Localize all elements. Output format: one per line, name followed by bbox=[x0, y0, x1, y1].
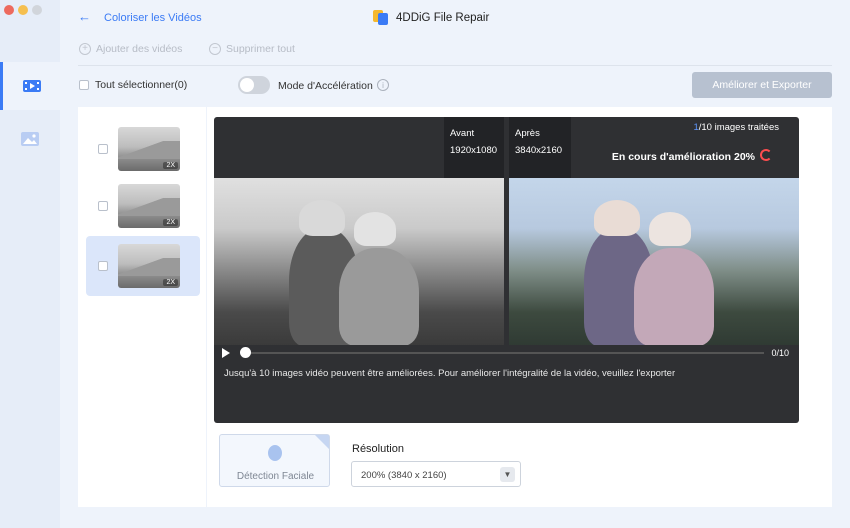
select-all-label: Tout sélectionner(0) bbox=[95, 79, 188, 91]
minus-icon: − bbox=[209, 43, 221, 55]
face-icon bbox=[268, 445, 282, 461]
video-icon bbox=[22, 80, 41, 92]
processed-total: /10 images traitées bbox=[698, 122, 779, 133]
timeline-track[interactable] bbox=[244, 352, 764, 354]
after-label-box: Après 3840x2160 bbox=[509, 117, 571, 179]
enhance-export-button[interactable]: Améliorer et Exporter bbox=[692, 72, 832, 98]
before-label-box: Avant 1920x1080 bbox=[444, 117, 504, 179]
sidebar-item-video[interactable] bbox=[0, 62, 60, 110]
video-thumbnail: 2X bbox=[118, 127, 180, 171]
item-checkbox[interactable] bbox=[98, 261, 108, 271]
scale-badge: 2X bbox=[163, 162, 178, 169]
video-thumbnail: 2X bbox=[118, 244, 180, 288]
play-icon[interactable] bbox=[222, 348, 230, 358]
plus-icon: + bbox=[79, 43, 91, 55]
acceleration-label: Mode d'Accélération bbox=[278, 80, 373, 92]
after-resolution: 3840x2160 bbox=[515, 145, 563, 156]
app-name: 4DDiG File Repair bbox=[396, 12, 490, 24]
info-icon[interactable]: i bbox=[377, 79, 389, 91]
list-item-selected[interactable]: 2X bbox=[86, 236, 200, 296]
face-detection-label: Détection Faciale bbox=[236, 471, 315, 482]
remove-all-button[interactable]: − Supprimer tout bbox=[209, 43, 295, 55]
scale-badge: 2X bbox=[163, 219, 178, 226]
remove-all-label: Supprimer tout bbox=[226, 43, 295, 55]
scale-badge: 2X bbox=[163, 279, 178, 286]
preview-viewer: Avant 1920x1080 Après 3840x2160 1/10 ima… bbox=[214, 117, 799, 423]
item-checkbox[interactable] bbox=[98, 144, 108, 154]
timeline-handle[interactable] bbox=[240, 347, 251, 358]
video-list: 2X 2X 2X bbox=[78, 107, 206, 507]
resolution-title: Résolution bbox=[352, 443, 404, 455]
before-resolution: 1920x1080 bbox=[450, 145, 498, 156]
resolution-select[interactable]: 200% (3840 x 2160) ▼ bbox=[351, 461, 521, 487]
left-sidebar bbox=[0, 0, 60, 528]
enhancement-status: En cours d'amélioration 20% bbox=[611, 151, 755, 163]
select-all-checkbox[interactable]: Tout sélectionner(0) bbox=[79, 79, 187, 91]
item-checkbox[interactable] bbox=[98, 201, 108, 211]
title-bar: ← Coloriser les Vidéos 4DDiG File Repair bbox=[0, 0, 850, 34]
acceleration-toggle[interactable] bbox=[238, 76, 270, 94]
add-videos-button[interactable]: + Ajouter des vidéos bbox=[79, 43, 182, 55]
before-frame bbox=[214, 178, 504, 346]
processed-count: 1/10 images traitées bbox=[693, 122, 779, 133]
list-item[interactable]: 2X bbox=[86, 176, 200, 236]
checkbox[interactable] bbox=[79, 80, 89, 90]
add-videos-label: Ajouter des vidéos bbox=[96, 43, 183, 55]
playback-controls: 0/10 bbox=[214, 345, 799, 361]
back-arrow-icon[interactable]: ← bbox=[78, 9, 91, 24]
frame-counter: 0/10 bbox=[771, 348, 789, 358]
divider bbox=[78, 65, 832, 66]
face-detection-option[interactable]: Détection Faciale bbox=[219, 434, 330, 487]
after-label: Après bbox=[515, 128, 540, 139]
sidebar-item-image[interactable] bbox=[0, 115, 60, 163]
after-frame bbox=[509, 178, 799, 346]
preview-hint: Jusqu'à 10 images vidéo peuvent être amé… bbox=[224, 368, 676, 379]
list-item[interactable]: 2X bbox=[86, 119, 200, 179]
check-corner-icon bbox=[315, 435, 329, 449]
video-thumbnail: 2X bbox=[118, 184, 180, 228]
chevron-down-icon[interactable]: ▼ bbox=[500, 467, 515, 482]
image-icon bbox=[21, 132, 39, 146]
page-title[interactable]: Coloriser les Vidéos bbox=[104, 12, 202, 24]
app-logo-icon bbox=[373, 10, 388, 25]
resolution-value: 200% (3840 x 2160) bbox=[361, 470, 447, 481]
before-label: Avant bbox=[450, 128, 475, 139]
loading-spinner-icon bbox=[760, 149, 772, 161]
